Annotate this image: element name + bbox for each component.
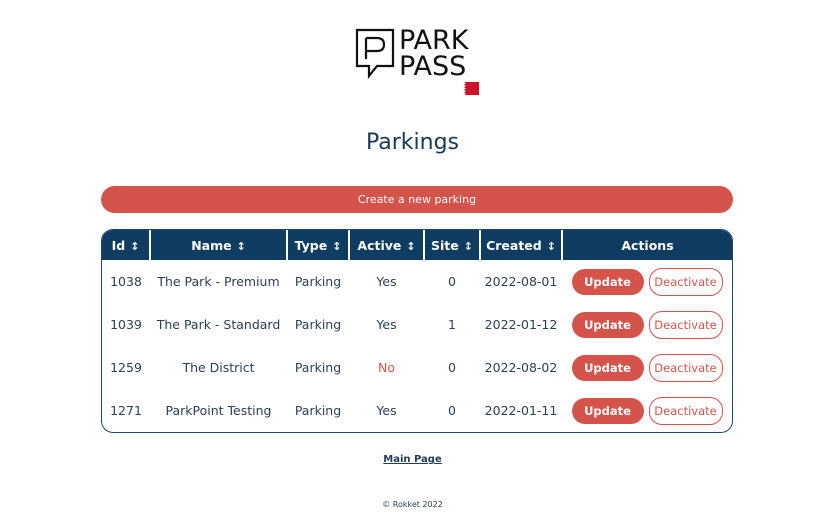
cell-active: Yes <box>376 274 397 289</box>
sort-icon: ↕ <box>236 239 246 253</box>
table-row: 1271 ParkPoint Testing Parking Yes 0 202… <box>102 389 732 432</box>
sort-icon: ↕ <box>406 239 416 253</box>
cell-site: 1 <box>448 317 456 332</box>
update-button[interactable]: Update <box>571 268 644 295</box>
parkpass-logo: PARK PASS <box>353 26 483 98</box>
parking-pin-icon <box>355 28 395 80</box>
cell-active: Yes <box>376 403 397 418</box>
logo-text-pass: PASS <box>399 51 467 82</box>
table-row: 1039 The Park - Standard Parking Yes 1 2… <box>102 303 732 346</box>
deactivate-button[interactable]: Deactivate <box>648 310 723 339</box>
table-row: 1259 The District Parking No 0 2022-08-0… <box>102 346 732 389</box>
create-parking-button[interactable]: Create a new parking <box>101 186 733 213</box>
cell-type: Parking <box>294 403 342 418</box>
cell-actions: Update Deactivate <box>562 303 732 346</box>
cell-created: 2022-08-02 <box>484 360 558 375</box>
sort-icon: ↕ <box>332 239 342 253</box>
deactivate-button[interactable]: Deactivate <box>648 353 723 382</box>
column-header-type[interactable]: Type ↕ <box>287 230 350 260</box>
cell-site: 0 <box>448 274 456 289</box>
page: PARK PASS Parkings Create a new parking … <box>0 0 825 528</box>
cell-active: Yes <box>376 317 397 332</box>
cell-actions: Update Deactivate <box>562 389 732 432</box>
column-header-actions: Actions <box>621 237 674 253</box>
sort-icon: ↕ <box>463 239 473 253</box>
update-button[interactable]: Update <box>571 311 644 338</box>
deactivate-button[interactable]: Deactivate <box>648 267 723 296</box>
table-row: 1038 The Park - Premium Parking Yes 0 20… <box>102 260 732 303</box>
sort-icon: ↕ <box>546 239 556 253</box>
cell-type: Parking <box>294 360 342 375</box>
cell-id: 1259 <box>110 360 142 375</box>
column-header-active[interactable]: Active ↕ <box>349 230 425 260</box>
cell-id: 1039 <box>110 317 142 332</box>
update-button[interactable]: Update <box>571 354 644 381</box>
sort-icon: ↕ <box>130 239 140 253</box>
cell-name: The District <box>182 360 255 375</box>
logo-text-park: PARK <box>399 25 469 56</box>
column-header-name[interactable]: Name ↕ <box>150 230 288 260</box>
main-page-link[interactable]: Main Page <box>0 454 825 465</box>
bahrain-flag-icon <box>457 82 479 95</box>
cell-site: 0 <box>448 403 456 418</box>
cell-id: 1038 <box>110 274 142 289</box>
cell-name: ParkPoint Testing <box>165 403 272 418</box>
cell-site: 0 <box>448 360 456 375</box>
cell-created: 2022-01-11 <box>484 403 558 418</box>
cell-id: 1271 <box>110 403 142 418</box>
column-header-id[interactable]: Id ↕ <box>102 230 151 260</box>
cell-actions: Update Deactivate <box>562 346 732 389</box>
update-button[interactable]: Update <box>571 397 644 424</box>
deactivate-button[interactable]: Deactivate <box>648 396 723 425</box>
cell-name: The Park - Standard <box>156 317 281 332</box>
cell-type: Parking <box>294 274 342 289</box>
column-header-site[interactable]: Site ↕ <box>424 230 481 260</box>
cell-created: 2022-08-01 <box>484 274 558 289</box>
cell-name: The Park - Premium <box>157 274 280 289</box>
cell-type: Parking <box>294 317 342 332</box>
cell-actions: Update Deactivate <box>562 260 732 303</box>
footer-copyright: © Rokket 2022 <box>382 500 443 509</box>
page-title: Parkings <box>365 130 460 155</box>
column-header-created[interactable]: Created ↕ <box>480 230 563 260</box>
cell-active: No <box>378 360 395 375</box>
parkings-table: Id ↕ Name ↕ Type ↕ Active ↕ Site ↕ Created ↕ A… <box>101 229 733 433</box>
cell-created: 2022-01-12 <box>484 317 558 332</box>
table-header-row: Id ↕ Name ↕ Type ↕ Active ↕ Site ↕ Created ↕ A… <box>102 230 732 260</box>
